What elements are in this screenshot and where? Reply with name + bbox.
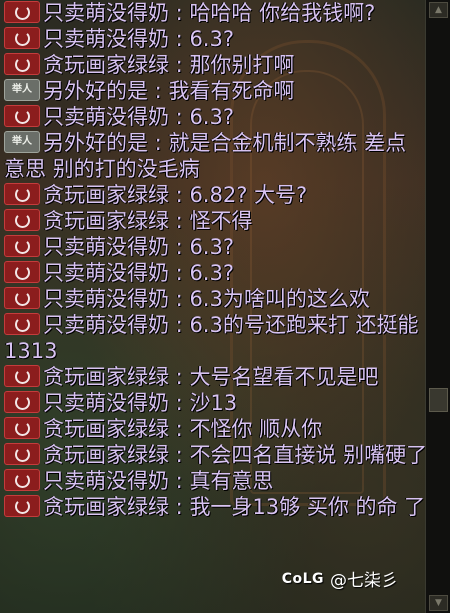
channel-badge-icon: [4, 313, 40, 335]
chat-separator: :: [169, 209, 190, 233]
chat-text: 真有意思: [189, 469, 274, 493]
channel-badge-icon: [4, 1, 40, 23]
chat-speaker[interactable]: 贪玩画家绿绿: [43, 417, 169, 441]
chat-separator: :: [169, 443, 190, 467]
chat-speaker[interactable]: 只卖萌没得奶: [43, 469, 169, 493]
chat-speaker[interactable]: 只卖萌没得奶: [43, 391, 169, 415]
chat-text: 6.3为啥叫的这么欢: [189, 287, 370, 311]
channel-badge-icon: [4, 105, 40, 127]
channel-badge-icon: [4, 261, 40, 283]
chat-text: 我看有死命啊: [168, 79, 295, 103]
chat-message: 只卖萌没得奶 : 6.3?: [4, 26, 426, 52]
scrollbar-thumb[interactable]: [429, 388, 448, 412]
chat-separator: :: [169, 469, 190, 493]
chat-text: 哈哈哈 你给我钱啊?: [189, 1, 376, 25]
chat-message: 只卖萌没得奶 : 6.3为啥叫的这么欢: [4, 286, 426, 312]
chat-speaker[interactable]: 贪玩画家绿绿: [43, 209, 169, 233]
chat-text: 不怪你 顺从你: [189, 417, 323, 441]
chat-text: 怪不得: [189, 209, 253, 233]
chat-speaker[interactable]: 贪玩画家绿绿: [43, 183, 169, 207]
chat-separator: :: [169, 495, 190, 519]
chat-separator: :: [169, 27, 190, 51]
chat-text: 6.3?: [189, 105, 234, 129]
chat-message: 举人 另外好的是 : 就是合金机制不熟练 差点意思 别的打的没毛病: [4, 130, 426, 182]
chat-message: 贪玩画家绿绿 : 不怪你 顺从你: [4, 416, 426, 442]
chat-separator: :: [169, 417, 190, 441]
scroll-down-arrow-icon[interactable]: ▼: [429, 595, 448, 611]
chat-speaker[interactable]: 贪玩画家绿绿: [43, 53, 169, 77]
chat-message: 贪玩画家绿绿 : 不会四名直接说 别嘴硬了: [4, 442, 428, 468]
chat-separator: :: [169, 313, 190, 337]
channel-badge-icon: [4, 235, 40, 257]
chat-message: 只卖萌没得奶 : 哈哈哈 你给我钱啊?: [4, 0, 426, 26]
chat-message: 只卖萌没得奶 : 6.3?: [4, 260, 426, 286]
chat-message: 只卖萌没得奶 : 6.3?: [4, 104, 426, 130]
chat-message: 只卖萌没得奶 : 真有意思: [4, 468, 426, 494]
channel-badge-icon: [4, 443, 40, 465]
chat-speaker[interactable]: 只卖萌没得奶: [43, 1, 169, 25]
chat-separator: :: [148, 131, 169, 155]
chat-message: 贪玩画家绿绿 : 那你别打啊: [4, 52, 426, 78]
chat-speaker[interactable]: 只卖萌没得奶: [43, 235, 169, 259]
channel-badge-icon: [4, 417, 40, 439]
chat-message: 贪玩画家绿绿 : 怪不得: [4, 208, 426, 234]
watermark-user: @七柒彡: [330, 571, 398, 591]
chat-separator: :: [169, 365, 190, 389]
chat-speaker[interactable]: 贪玩画家绿绿: [43, 365, 169, 389]
chat-separator: :: [169, 235, 190, 259]
chat-speaker[interactable]: 贪玩画家绿绿: [43, 443, 169, 467]
chat-speaker[interactable]: 另外好的是: [43, 131, 148, 155]
chat-text: 6.3?: [189, 27, 234, 51]
chat-speaker[interactable]: 只卖萌没得奶: [43, 105, 169, 129]
channel-badge-icon: [4, 27, 40, 49]
chat-text: 6.3?: [189, 261, 234, 285]
channel-badge-icon: [4, 53, 40, 75]
chat-text: 6.82? 大号?: [189, 183, 308, 207]
rank-badge-icon: 举人: [4, 79, 40, 101]
chat-text: 6.3?: [189, 235, 234, 259]
chat-speaker[interactable]: 只卖萌没得奶: [43, 27, 169, 51]
chat-message: 只卖萌没得奶 : 6.3的号还跑来打 还挺能1313: [4, 312, 426, 364]
chat-separator: :: [169, 53, 190, 77]
chat-scrollbar[interactable]: ▲ ▼: [425, 0, 450, 613]
chat-message: 贪玩画家绿绿 : 6.82? 大号?: [4, 182, 426, 208]
chat-separator: :: [169, 105, 190, 129]
chat-speaker[interactable]: 另外好的是: [43, 79, 148, 103]
chat-speaker[interactable]: 只卖萌没得奶: [43, 313, 169, 337]
chat-log[interactable]: 只卖萌没得奶 : 哈哈哈 你给我钱啊? 只卖萌没得奶 : 6.3? 贪玩画家绿绿 :…: [4, 0, 428, 520]
chat-message: 贪玩画家绿绿 : 大号名望看不见是吧: [4, 364, 426, 390]
chat-message: 贪玩画家绿绿 : 我一身13够 买你 的命 了: [4, 494, 426, 520]
chat-speaker[interactable]: 只卖萌没得奶: [43, 287, 169, 311]
chat-separator: :: [169, 261, 190, 285]
chat-text: 那你别打啊: [189, 53, 295, 77]
channel-badge-icon: [4, 495, 40, 517]
chat-message: 只卖萌没得奶 : 6.3?: [4, 234, 426, 260]
chat-separator: :: [148, 79, 169, 103]
scroll-up-arrow-icon[interactable]: ▲: [429, 2, 448, 18]
chat-text: 沙13: [189, 391, 238, 415]
channel-badge-icon: [4, 209, 40, 231]
chat-text: 大号名望看不见是吧: [189, 365, 379, 389]
chat-text: 我一身13够 买你 的命 了: [189, 495, 426, 519]
watermark-logo: CoLG: [281, 570, 324, 587]
chat-speaker[interactable]: 贪玩画家绿绿: [43, 495, 169, 519]
chat-separator: :: [169, 1, 190, 25]
chat-message: 只卖萌没得奶 : 沙13: [4, 390, 426, 416]
chat-separator: :: [169, 183, 190, 207]
channel-badge-icon: [4, 183, 40, 205]
channel-badge-icon: [4, 391, 40, 413]
watermark: CoLG @七柒彡: [281, 566, 398, 592]
chat-message: 举人 另外好的是 : 我看有死命啊: [4, 78, 426, 104]
channel-badge-icon: [4, 469, 40, 491]
channel-badge-icon: [4, 287, 40, 309]
chat-text: 不会四名直接说 别嘴硬了: [189, 443, 428, 467]
rank-badge-icon: 举人: [4, 131, 40, 153]
chat-speaker[interactable]: 只卖萌没得奶: [43, 261, 169, 285]
chat-separator: :: [169, 391, 190, 415]
channel-badge-icon: [4, 365, 40, 387]
chat-separator: :: [169, 287, 190, 311]
